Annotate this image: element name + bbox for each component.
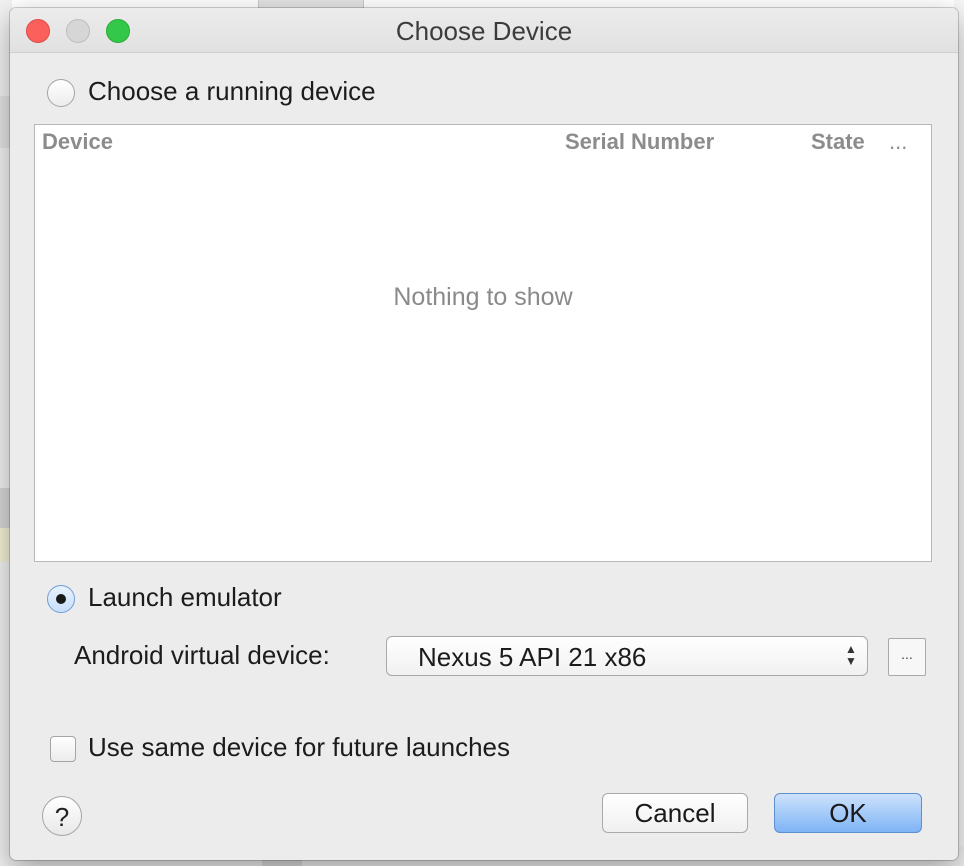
android-virtual-device-select[interactable]: Nexus 5 API 21 x86 ▲ ▼ [386, 636, 868, 676]
choose-running-device-radio[interactable] [47, 79, 75, 107]
choose-device-dialog: Choose Device Choose a running device De… [10, 8, 958, 860]
help-button[interactable]: ? [42, 796, 82, 836]
browse-avd-button[interactable]: ... [888, 638, 926, 676]
background-tab [258, 0, 364, 8]
column-header-state[interactable]: State [811, 129, 865, 155]
title-bar: Choose Device [10, 8, 958, 53]
ok-button[interactable]: OK [774, 793, 922, 833]
column-header-more[interactable]: ... [889, 129, 907, 155]
cancel-button[interactable]: Cancel [602, 793, 748, 833]
column-header-device[interactable]: Device [42, 129, 113, 155]
launch-emulator-label[interactable]: Launch emulator [88, 582, 282, 613]
same-device-label[interactable]: Use same device for future launches [88, 732, 510, 763]
updown-arrows-icon: ▲ ▼ [845, 642, 857, 668]
android-virtual-device-label: Android virtual device: [74, 640, 330, 670]
column-header-serial-number[interactable]: Serial Number [565, 129, 714, 155]
launch-emulator-radio[interactable] [47, 585, 75, 613]
same-device-checkbox[interactable] [50, 736, 76, 762]
choose-running-device-label[interactable]: Choose a running device [88, 76, 376, 107]
empty-table-message: Nothing to show [393, 283, 573, 311]
dialog-title: Choose Device [395, 16, 573, 46]
selected-avd-value: Nexus 5 API 21 x86 [418, 642, 647, 672]
device-table[interactable]: Device Serial Number State ... Nothing t… [34, 124, 932, 562]
